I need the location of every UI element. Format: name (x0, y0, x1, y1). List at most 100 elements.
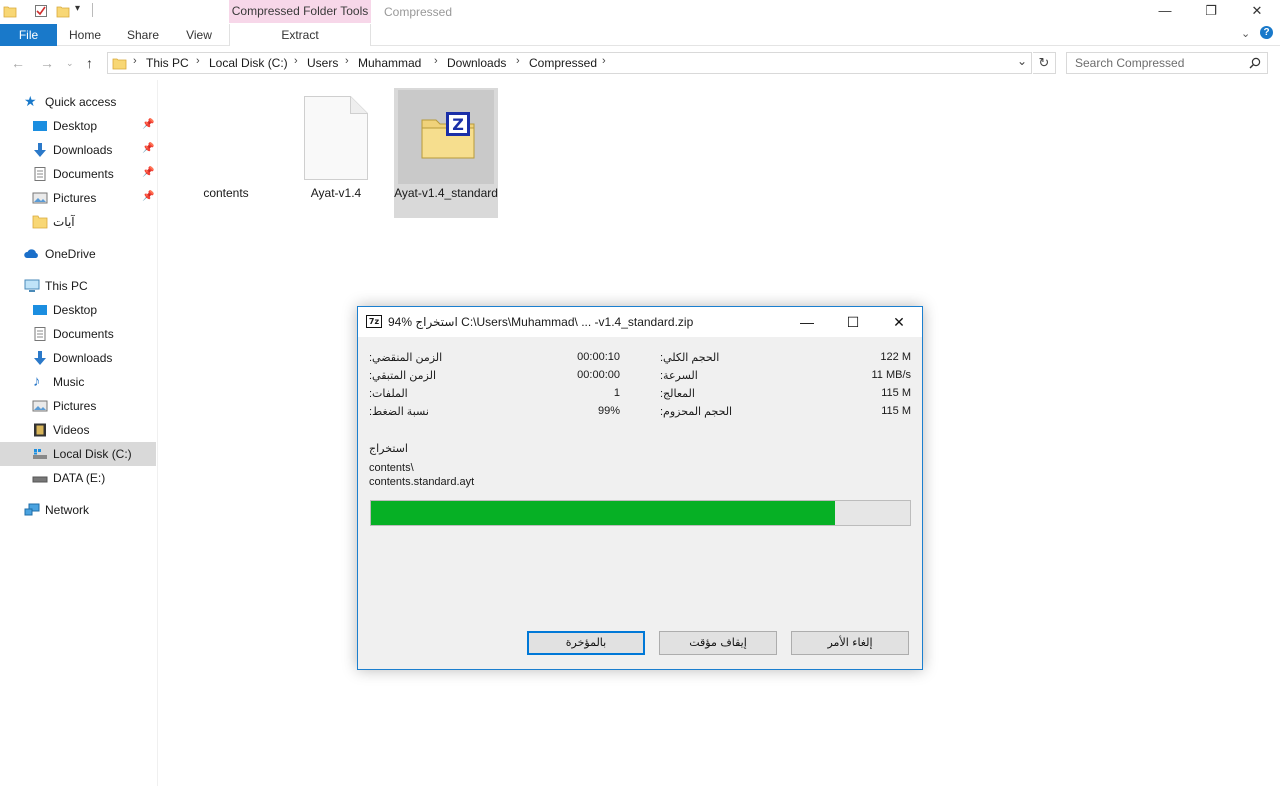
minimize-button[interactable]: — (1142, 0, 1188, 22)
sidebar-item-videos[interactable]: Videos (0, 418, 156, 442)
sidebar-item-network[interactable]: Network (0, 498, 156, 522)
pane-divider[interactable] (157, 80, 158, 786)
tab-file[interactable]: File (0, 24, 57, 46)
address-bar[interactable]: › This PC › Local Disk (C:) › Users › Mu… (107, 52, 1032, 74)
sidebar-item-label: Downloads (53, 351, 113, 365)
progress-fill (371, 501, 835, 525)
maximize-button[interactable]: ❐ (1188, 0, 1234, 22)
sidebar-item-ayat[interactable]: آيات (0, 210, 156, 234)
search-input[interactable] (1067, 53, 1245, 73)
breadcrumb-this-pc[interactable]: This PC (146, 56, 189, 70)
sidebar-item-pc-pictures[interactable]: Pictures (0, 394, 156, 418)
compression-ratio-value: 99% (597, 405, 620, 417)
elapsed-time-value: 00:00:10 (577, 351, 620, 363)
expand-ribbon-icon[interactable]: ⌄ (1241, 27, 1250, 40)
sidebar-item-desktop[interactable]: Desktop 📌 (0, 114, 156, 138)
pin-icon[interactable]: 📌 (142, 191, 154, 202)
breadcrumb-chevron-icon[interactable]: › (602, 55, 606, 67)
download-arrow-icon (34, 143, 46, 157)
drive-icon (32, 476, 48, 483)
pause-button[interactable]: إيقاف مؤقت (659, 631, 777, 655)
document-icon (34, 327, 46, 341)
sidebar-item-onedrive[interactable]: OneDrive (0, 242, 156, 266)
sidebar-item-label: Desktop (53, 303, 98, 317)
address-row: ← → ⌄ ↑ › This PC › Local Disk (C:) › Us… (0, 46, 1280, 80)
sidebar-item-data-drive[interactable]: DATA (E:) (0, 466, 156, 490)
file-item-ayat-standard[interactable]: Z Ayat-v1.4_standard (394, 88, 498, 218)
ribbon: File Home Share View Extract ⌄ ? (0, 24, 1280, 46)
recent-locations-icon[interactable]: ⌄ (66, 58, 74, 69)
cloud-icon (24, 249, 38, 258)
search-icon[interactable] (1249, 57, 1261, 69)
breadcrumb-downloads[interactable]: Downloads (447, 56, 506, 70)
sidebar-item-label: Downloads (53, 143, 113, 157)
pin-icon[interactable]: 📌 (142, 119, 154, 130)
sidebar-item-pc-desktop[interactable]: Desktop (0, 298, 156, 322)
speed-label: السرعة: (660, 370, 698, 382)
sidebar-item-music[interactable]: ♪ Music (0, 370, 156, 394)
address-history-icon[interactable]: ⌄ (1017, 54, 1027, 68)
background-button[interactable]: بالمؤخرة (527, 631, 645, 655)
sidebar-item-local-disk[interactable]: Local Disk (C:) (0, 442, 156, 466)
sidebar-item-quick-access[interactable]: ★ Quick access (0, 90, 156, 114)
tab-home[interactable]: Home (62, 24, 108, 46)
tab-extract[interactable]: Extract (229, 24, 371, 46)
tab-view[interactable]: View (176, 24, 222, 46)
breadcrumb-chevron-icon[interactable]: › (196, 55, 200, 67)
toolbar-divider (92, 3, 93, 17)
zip-archive-icon: Z (398, 90, 494, 184)
download-arrow-icon (34, 351, 46, 365)
pictures-icon (32, 192, 48, 204)
cancel-button[interactable]: إلغاء الأمر (791, 631, 909, 655)
network-icon (24, 503, 40, 516)
breadcrumb-chevron-icon[interactable]: › (133, 55, 137, 67)
dialog-maximize-button[interactable]: ☐ (830, 307, 876, 337)
back-arrow-icon[interactable]: ← (11, 55, 25, 71)
sidebar-item-label: Videos (53, 423, 90, 437)
breadcrumb-chevron-icon[interactable]: › (516, 55, 520, 67)
processed-label: المعالج: (660, 388, 695, 400)
search-box[interactable] (1066, 52, 1268, 74)
customize-quick-access-icon[interactable]: ▾ (75, 3, 80, 14)
sidebar-item-this-pc[interactable]: This PC (0, 274, 156, 298)
compression-ratio-label: نسبة الضغط: (369, 406, 429, 418)
new-folder-icon[interactable] (56, 4, 70, 18)
breadcrumb-chevron-icon[interactable]: › (294, 55, 298, 67)
sidebar-item-label: Network (45, 503, 90, 517)
sidebar-item-documents[interactable]: Documents 📌 (0, 162, 156, 186)
desktop-icon (33, 121, 47, 131)
dialog-minimize-button[interactable]: — (784, 307, 830, 337)
forward-arrow-icon[interactable]: → (40, 55, 54, 71)
folder-icon[interactable] (3, 4, 17, 18)
tab-share[interactable]: Share (120, 24, 166, 46)
folder-icon (32, 215, 48, 229)
help-icon[interactable]: ? (1260, 26, 1273, 39)
dialog-titlebar[interactable]: 7z 94% استخراج C:\Users\Muhammad\ ... -v… (358, 307, 922, 337)
sidebar-item-label: Local Disk (C:) (53, 447, 132, 461)
breadcrumb-local-disk[interactable]: Local Disk (C:) (209, 56, 288, 70)
breadcrumb-compressed[interactable]: Compressed (529, 56, 597, 70)
file-item-contents[interactable]: contents (174, 88, 278, 218)
processed-value: 115 M (881, 387, 911, 399)
pin-icon[interactable]: 📌 (142, 143, 154, 154)
breadcrumb-muhammad[interactable]: Muhammad (358, 56, 421, 70)
file-item-ayat[interactable]: Ayat-v1.4 (284, 88, 388, 218)
breadcrumb-chevron-icon[interactable]: › (345, 55, 349, 67)
sidebar-item-label: Desktop (53, 119, 98, 133)
properties-icon[interactable] (34, 4, 48, 18)
total-size-label: الحجم الكلي: (660, 352, 720, 364)
sidebar-item-downloads[interactable]: Downloads 📌 (0, 138, 156, 162)
close-button[interactable]: ✕ (1234, 0, 1280, 22)
pin-icon[interactable]: 📌 (142, 167, 154, 178)
up-arrow-icon[interactable]: ↑ (86, 55, 93, 71)
drive-icon (33, 449, 47, 459)
breadcrumb-chevron-icon[interactable]: › (434, 55, 438, 67)
breadcrumb-users[interactable]: Users (307, 56, 338, 70)
refresh-button[interactable]: ↻ (1033, 52, 1056, 74)
sidebar-item-pc-downloads[interactable]: Downloads (0, 346, 156, 370)
refresh-icon: ↻ (1038, 55, 1050, 70)
sidebar-item-pc-documents[interactable]: Documents (0, 322, 156, 346)
folder-icon (112, 58, 127, 70)
sidebar-item-pictures[interactable]: Pictures 📌 (0, 186, 156, 210)
dialog-close-button[interactable]: ✕ (876, 307, 922, 337)
